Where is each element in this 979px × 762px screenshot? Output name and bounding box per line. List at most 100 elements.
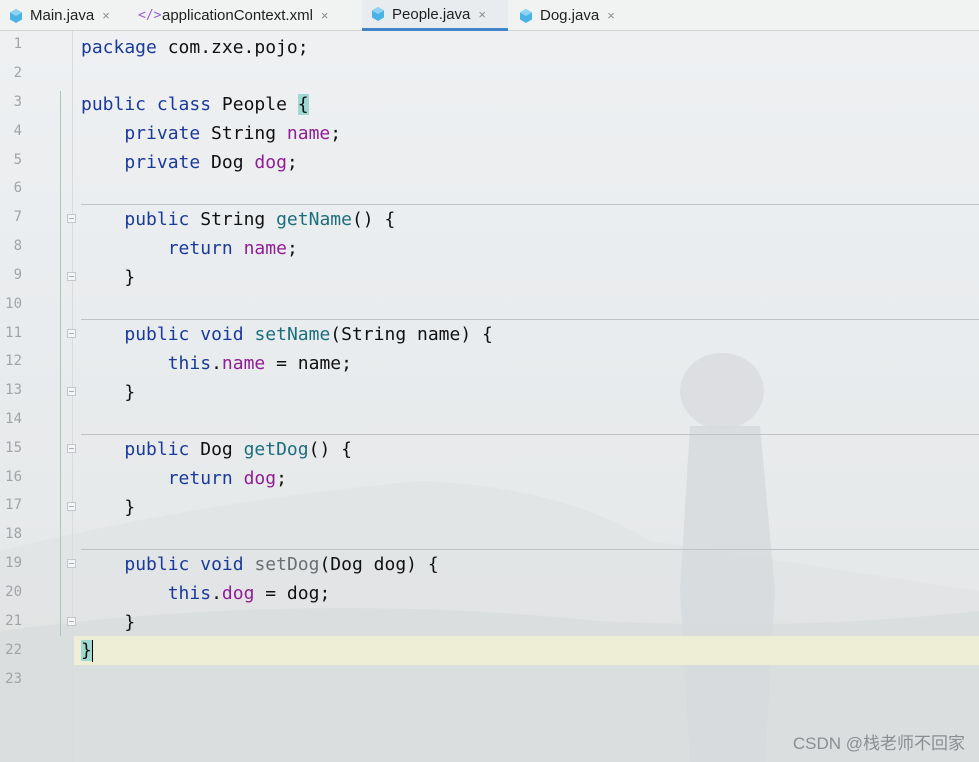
code-line-20[interactable]: this.dog = dog; — [81, 579, 331, 608]
matched-brace: } — [81, 640, 92, 661]
code-text: ; — [276, 468, 287, 489]
xml-file-icon: </> — [138, 7, 162, 23]
line-number: 20 — [5, 584, 22, 600]
code-line-9[interactable]: } — [81, 263, 135, 292]
line-number: 3 — [13, 94, 22, 110]
code-line-22[interactable]: } — [81, 636, 93, 665]
code-line-7[interactable]: public String getName() { — [81, 205, 395, 234]
code-text: ; — [286, 152, 298, 173]
code-line-11[interactable]: public void setName(String name) { — [81, 320, 493, 349]
code-line-12[interactable]: this.name = name; — [81, 349, 352, 378]
keyword: this — [167, 353, 212, 374]
fold-toggle-icon[interactable] — [67, 329, 76, 338]
keyword: private — [124, 123, 201, 144]
tab-label: Dog.java — [540, 7, 600, 24]
current-line-highlight — [74, 636, 979, 665]
field-name: name — [221, 353, 266, 374]
tab-label: applicationContext.xml — [162, 7, 313, 24]
field-name: name — [286, 123, 331, 144]
text-caret — [91, 640, 93, 662]
fold-toggle-icon[interactable] — [67, 559, 76, 568]
keyword: public — [124, 554, 190, 575]
keyword: void — [200, 324, 244, 345]
code-line-15[interactable]: public Dog getDog() { — [81, 435, 352, 464]
line-number: 13 — [5, 382, 22, 398]
close-icon[interactable]: × — [607, 8, 615, 23]
code-text: } — [124, 267, 136, 288]
close-icon[interactable]: × — [478, 7, 486, 22]
keyword: public — [124, 209, 190, 230]
code-line-19[interactable]: public void setDog(Dog dog) { — [81, 550, 439, 579]
close-icon[interactable]: × — [102, 8, 110, 23]
code-text: ; — [286, 238, 298, 259]
fold-toggle-icon[interactable] — [67, 502, 76, 511]
code-text: (String name) { — [330, 324, 493, 345]
method-name: setName — [254, 324, 331, 345]
tab-main-java[interactable]: Main.java × — [0, 0, 128, 31]
line-number: 23 — [5, 671, 22, 687]
close-icon[interactable]: × — [321, 8, 329, 23]
method-name: getName — [276, 209, 352, 230]
code-text: com.zxe.pojo; — [156, 37, 309, 58]
code-line-5[interactable]: private Dog dog; — [81, 148, 298, 177]
code-line-1[interactable]: package com.zxe.pojo; — [81, 33, 309, 62]
line-number: 14 — [5, 411, 22, 427]
java-class-icon — [520, 8, 532, 23]
keyword: public — [124, 439, 190, 460]
tab-people-java[interactable]: People.java × — [362, 0, 508, 31]
tab-dog-java[interactable]: Dog.java × — [510, 0, 634, 31]
keyword: void — [200, 554, 244, 575]
line-number: 5 — [13, 152, 22, 168]
keyword: private — [124, 152, 201, 173]
keyword: this — [167, 583, 212, 604]
code-line-13[interactable]: } — [81, 378, 135, 407]
line-number: 11 — [5, 325, 22, 341]
fold-toggle-icon[interactable] — [67, 214, 76, 223]
field-name: dog — [243, 468, 277, 489]
line-number: 1 — [13, 36, 22, 52]
type-name: String — [189, 209, 277, 230]
tab-application-context-xml[interactable]: </> applicationContext.xml × — [130, 0, 360, 31]
code-line-4[interactable]: private String name; — [81, 119, 341, 148]
keyword: public — [81, 94, 147, 115]
line-number: 21 — [5, 613, 22, 629]
keyword: public — [124, 324, 190, 345]
code-line-17[interactable]: } — [81, 493, 135, 522]
fold-toggle-icon[interactable] — [67, 444, 76, 453]
code-line-21[interactable]: } — [81, 608, 135, 637]
code-text: } — [124, 497, 136, 518]
code-text: () { — [308, 439, 352, 460]
fold-toggle-icon[interactable] — [67, 617, 76, 626]
type-name: Dog — [200, 152, 255, 173]
keyword: class — [156, 94, 212, 115]
method-name: getDog — [243, 439, 309, 460]
code-line-8[interactable]: return name; — [81, 234, 298, 263]
code-line-16[interactable]: return dog; — [81, 464, 287, 493]
line-number: 17 — [5, 497, 22, 513]
line-number-gutter[interactable]: 1 2 3 4 5 6 7 8 9 10 11 12 13 14 15 16 1… — [0, 31, 73, 762]
fold-toggle-icon[interactable] — [67, 272, 76, 281]
keyword: return — [167, 238, 233, 259]
watermark: CSDN @栈老师不回家 — [792, 734, 965, 753]
code-text: (Dog dog) { — [319, 554, 439, 575]
line-number: 16 — [5, 469, 22, 485]
code-line-3[interactable]: public class People { — [81, 90, 309, 119]
tab-label: People.java — [392, 5, 471, 23]
matched-brace: { — [297, 94, 309, 115]
code-text: } — [124, 382, 136, 403]
editor-tab-bar: Main.java × </> applicationContext.xml ×… — [0, 0, 979, 31]
line-number: 4 — [13, 123, 22, 139]
code-editor[interactable]: 1 2 3 4 5 6 7 8 9 10 11 12 13 14 15 16 1… — [0, 31, 979, 762]
fold-toggle-icon[interactable] — [67, 387, 76, 396]
code-text: = name; — [265, 353, 352, 374]
